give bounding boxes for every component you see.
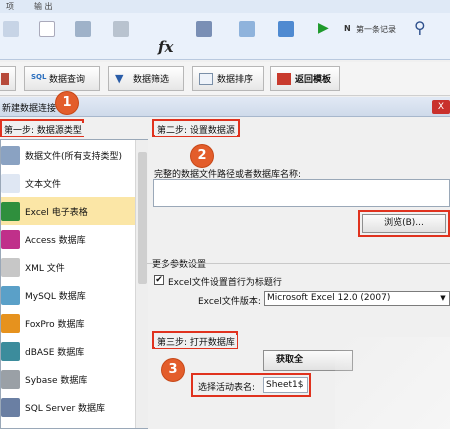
ribbon: 项 输 出 fx ▶ N 第一条记录 ⚲	[0, 0, 450, 60]
datasource-item[interactable]: FoxPro 数据库	[1, 309, 135, 337]
datasource-item-label: 数据文件(所有支持类型)	[25, 151, 123, 162]
access-key-icon	[1, 229, 20, 249]
xml-file-icon	[1, 257, 20, 277]
first-record-label[interactable]: 第一条记录	[356, 24, 396, 35]
back-template-button[interactable]: 返回模板	[270, 66, 340, 91]
multi-file-icon	[1, 145, 20, 165]
menu-item-output[interactable]: 输 出	[34, 1, 53, 12]
datasource-item[interactable]: SQL Server 数据库	[1, 393, 135, 421]
dialog-title: 新建数据连接	[2, 104, 57, 114]
more-params-group	[147, 263, 450, 315]
menu-bar: 项 输 出	[0, 0, 450, 13]
datasource-item[interactable]: Excel 电子表格	[1, 197, 135, 225]
ribbon-calc-icon[interactable]	[110, 18, 132, 40]
excel-version-select[interactable]: Microsoft Excel 12.0 (2007) ▼	[264, 291, 450, 306]
partial-button[interactable]	[0, 66, 16, 91]
ribbon-page-icon[interactable]	[36, 18, 58, 40]
datasource-item-label: 文本文件	[25, 179, 62, 190]
active-sheet-select[interactable]: Sheet1$	[263, 377, 308, 393]
datasource-item[interactable]: dBASE 数据库	[1, 337, 135, 365]
datasource-item-label: Sybase 数据库	[25, 375, 88, 386]
data-filter-button[interactable]: ▼ 数据筛选	[108, 66, 184, 91]
data-sort-button[interactable]: 数据排序	[192, 66, 264, 91]
header-row-label: Excel文件设置首行为标题行	[168, 278, 282, 288]
data-query-button[interactable]: SQL 数据查询	[24, 66, 100, 91]
step-badge-3: 3	[162, 359, 184, 381]
datasource-item-label: SQL Server 数据库	[25, 403, 106, 414]
play-icon[interactable]: ▶	[318, 20, 329, 36]
text-file-icon	[1, 173, 20, 193]
datasource-item[interactable]: XML 文件	[1, 253, 135, 281]
path-input[interactable]	[153, 179, 450, 207]
back-template-icon	[277, 72, 291, 85]
sqlserver-icon	[1, 397, 20, 417]
datasource-item-label: dBASE 数据库	[25, 347, 85, 358]
header-row-checkbox[interactable]: ✔	[154, 275, 164, 285]
filter-icon: ▼	[115, 71, 124, 85]
ribbon-doc-icon[interactable]	[0, 18, 22, 40]
function-icon[interactable]: fx	[158, 38, 173, 56]
datasource-item[interactable]: 文本文件	[1, 169, 135, 197]
new-connection-dialog: 新建数据连接 X 1 第一步: 数据源类型 数据文件(所有支持类型) 文本文件 Ex…	[0, 92, 450, 429]
step2-label: 第二步: 设置数据源	[155, 123, 237, 136]
partial-icon	[1, 72, 9, 85]
step1-label: 第一步: 数据源类型	[2, 123, 84, 136]
chevron-down-icon: ▼	[440, 294, 446, 302]
excel-icon	[1, 201, 20, 221]
data-filter-label: 数据筛选	[133, 75, 170, 85]
ribbon-image-icon[interactable]	[236, 18, 258, 40]
browse-button[interactable]: 浏览(B)...	[362, 214, 446, 233]
binoculars-icon[interactable]: ⚲	[414, 18, 426, 37]
menu-item-partial[interactable]: 项	[6, 1, 14, 12]
back-template-label: 返回模板	[295, 75, 332, 85]
browse-highlight: 浏览(B)...	[358, 210, 450, 237]
datasource-item-label: FoxPro 数据库	[25, 319, 85, 330]
scrollbar-thumb[interactable]	[138, 152, 147, 284]
ribbon-table-icon[interactable]	[72, 18, 94, 40]
dbase-icon	[1, 341, 20, 361]
data-toolbar: SQL 数据查询 ▼ 数据筛选 数据排序 返回模板	[0, 62, 450, 96]
excel-version-label: Excel文件版本:	[198, 297, 261, 307]
datasource-item-label: MySQL 数据库	[25, 291, 86, 302]
datasource-item-label: Access 数据库	[25, 235, 86, 246]
close-icon[interactable]: X	[432, 100, 450, 114]
sql-icon: SQL	[31, 72, 47, 81]
excel-version-value: Microsoft Excel 12.0 (2007)	[267, 293, 391, 303]
step-badge-2: 2	[191, 145, 213, 167]
datasource-item[interactable]: Access 数据库	[1, 225, 135, 253]
datasource-item-label: Excel 电子表格	[25, 207, 88, 218]
first-record-nav-icon[interactable]: N	[344, 24, 351, 33]
datasource-item[interactable]: Sybase 数据库	[1, 365, 135, 393]
data-query-label: 数据查询	[49, 75, 86, 85]
watermark-fade	[335, 337, 450, 429]
step3-label: 第三步: 打开数据库	[155, 335, 237, 348]
ribbon-download-icon[interactable]	[275, 18, 297, 40]
datasource-item[interactable]: 数据文件(所有支持类型)	[1, 141, 135, 169]
foxpro-icon	[1, 313, 20, 333]
data-sort-label: 数据排序	[217, 75, 254, 85]
active-sheet-label: 选择活动表名:	[198, 383, 256, 393]
sybase-icon	[1, 369, 20, 389]
sort-icon	[199, 72, 213, 85]
ribbon-tools: fx ▶ N 第一条记录 ⚲	[0, 18, 450, 56]
ribbon-wand-icon[interactable]	[193, 18, 215, 40]
step-badge-1: 1	[56, 92, 78, 114]
datasource-list[interactable]: 数据文件(所有支持类型) 文本文件 Excel 电子表格 Access 数据库 XML …	[0, 139, 148, 429]
datasource-item[interactable]: MySQL 数据库	[1, 281, 135, 309]
mysql-icon	[1, 285, 20, 305]
datasource-item-label: XML 文件	[25, 263, 65, 274]
